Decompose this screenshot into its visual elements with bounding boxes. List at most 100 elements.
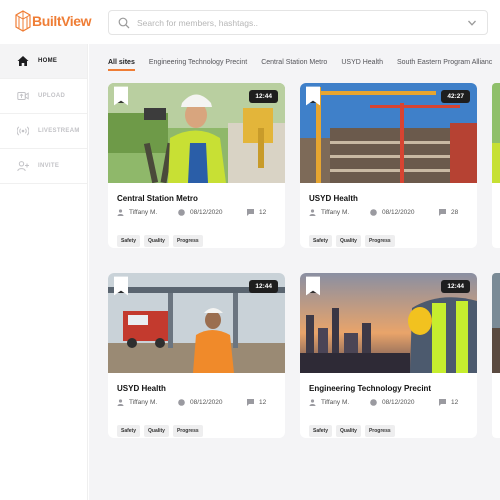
card-title[interactable]: Engineering Technology Precint bbox=[309, 384, 431, 393]
bookmark-icon bbox=[114, 86, 128, 106]
card-meta: Tiffany M. 08/12/2020 28 bbox=[309, 209, 469, 221]
sidebar: HOME UPLOAD LIVESTREAM INVITE bbox=[0, 44, 88, 500]
tag[interactable]: Progress bbox=[172, 425, 203, 437]
comment-icon bbox=[439, 209, 446, 216]
user-icon bbox=[309, 209, 316, 216]
sidebar-item-invite[interactable]: INVITE bbox=[0, 149, 87, 184]
sidebar-item-label: INVITE bbox=[38, 163, 60, 169]
clock-icon bbox=[370, 209, 377, 216]
comments[interactable]: 12 bbox=[247, 209, 266, 216]
tag[interactable]: Quality bbox=[336, 425, 361, 437]
tab-all-sites[interactable]: All sites bbox=[108, 59, 135, 71]
search-icon bbox=[118, 17, 130, 28]
tag-list: Safety Quality Progress bbox=[309, 235, 399, 247]
tab-south-eastern-program[interactable]: South Eastern Program Allianc bbox=[397, 59, 492, 71]
sidebar-item-label: HOME bbox=[38, 58, 58, 64]
sidebar-item-label: LIVESTREAM bbox=[38, 128, 80, 134]
video-card[interactable]: 12:44 USYD Health Tiffany M. 08/12/2020 … bbox=[108, 273, 285, 438]
card-meta: Tiffany M. 08/12/2020 12 bbox=[309, 399, 469, 411]
video-card[interactable]: 12:44 Engineering Technology Precint Tif… bbox=[300, 273, 477, 438]
search-input[interactable] bbox=[137, 17, 457, 28]
bookmark-icon bbox=[306, 276, 320, 296]
tab-usyd-health[interactable]: USYD Health bbox=[341, 59, 383, 71]
author[interactable]: Tiffany M. bbox=[309, 209, 349, 216]
comment-count: 28 bbox=[451, 209, 459, 216]
site-tabs: All sites Engineering Technology Precint… bbox=[108, 59, 500, 71]
card-meta: Tiffany M. 08/12/2020 12 bbox=[117, 209, 277, 221]
bookmark-icon bbox=[114, 276, 128, 296]
comment-icon bbox=[439, 399, 446, 406]
video-thumbnail[interactable]: 12:44 bbox=[108, 83, 285, 183]
video-duration: 42:27 bbox=[441, 90, 470, 103]
video-card[interactable]: 42:27 USYD Health Tiffany M. 08/12/2020 … bbox=[300, 83, 477, 248]
date: 08/12/2020 bbox=[178, 209, 223, 216]
tag[interactable]: Progress bbox=[364, 235, 395, 247]
video-duration: 12:44 bbox=[249, 280, 278, 293]
bookmark-button[interactable] bbox=[114, 86, 128, 106]
video-thumbnail[interactable]: 12:44 bbox=[300, 273, 477, 373]
tag[interactable]: Progress bbox=[172, 235, 203, 247]
tab-central-station-metro[interactable]: Central Station Metro bbox=[261, 59, 327, 71]
user-icon bbox=[309, 399, 316, 406]
tag[interactable]: Quality bbox=[336, 235, 361, 247]
video-card-peek[interactable] bbox=[492, 273, 500, 438]
upload-video-icon bbox=[17, 92, 29, 100]
user-icon bbox=[117, 209, 124, 216]
card-title[interactable]: USYD Health bbox=[309, 194, 358, 203]
tag-list: Safety Quality Progress bbox=[309, 425, 399, 437]
tag[interactable]: Quality bbox=[144, 235, 169, 247]
search-bar[interactable] bbox=[108, 10, 488, 35]
sidebar-item-upload[interactable]: UPLOAD bbox=[0, 79, 87, 114]
brand-logo[interactable]: BuiltView bbox=[15, 10, 92, 32]
comments[interactable]: 12 bbox=[439, 399, 458, 406]
author-name: Tiffany M. bbox=[129, 209, 158, 216]
tag[interactable]: Quality bbox=[144, 425, 169, 437]
sidebar-item-label: UPLOAD bbox=[38, 93, 66, 99]
tag[interactable]: Safety bbox=[117, 235, 141, 247]
tag[interactable]: Safety bbox=[309, 235, 333, 247]
bookmark-button[interactable] bbox=[114, 276, 128, 296]
clock-icon bbox=[370, 399, 377, 406]
home-icon bbox=[17, 56, 29, 66]
video-thumbnail[interactable]: 12:44 bbox=[108, 273, 285, 373]
chevron-down-icon[interactable] bbox=[467, 18, 477, 28]
date: 08/12/2020 bbox=[370, 399, 415, 406]
sidebar-item-livestream[interactable]: LIVESTREAM bbox=[0, 114, 87, 149]
clock-icon bbox=[178, 399, 185, 406]
author-name: Tiffany M. bbox=[321, 209, 350, 216]
date: 08/12/2020 bbox=[178, 399, 223, 406]
main-content: All sites Engineering Technology Precint… bbox=[89, 44, 500, 500]
tag[interactable]: Safety bbox=[117, 425, 141, 437]
tag[interactable]: Progress bbox=[364, 425, 395, 437]
comment-icon bbox=[247, 209, 254, 216]
brand-name: BuiltView bbox=[32, 13, 92, 29]
comments[interactable]: 12 bbox=[247, 399, 266, 406]
sidebar-item-home[interactable]: HOME bbox=[0, 44, 87, 79]
thumbnail-partial bbox=[492, 273, 500, 438]
tag[interactable]: Safety bbox=[309, 425, 333, 437]
tab-engineering-technology-precint[interactable]: Engineering Technology Precint bbox=[149, 59, 247, 71]
card-title[interactable]: USYD Health bbox=[117, 384, 166, 393]
author[interactable]: Tiffany M. bbox=[117, 209, 157, 216]
date: 08/12/2020 bbox=[370, 209, 415, 216]
comment-count: 12 bbox=[451, 399, 459, 406]
author[interactable]: Tiffany M. bbox=[117, 399, 157, 406]
comments[interactable]: 28 bbox=[439, 209, 458, 216]
video-card[interactable]: 12:44 Central Station Metro Tiffany M. 0… bbox=[108, 83, 285, 248]
card-title[interactable]: Central Station Metro bbox=[117, 194, 198, 203]
author-name: Tiffany M. bbox=[129, 399, 158, 406]
tag-list: Safety Quality Progress bbox=[117, 425, 207, 437]
tag-list: Safety Quality Progress bbox=[117, 235, 207, 247]
thumbnail-partial bbox=[492, 83, 500, 248]
bookmark-button[interactable] bbox=[306, 276, 320, 296]
video-thumbnail[interactable]: 42:27 bbox=[300, 83, 477, 183]
bookmark-button[interactable] bbox=[306, 86, 320, 106]
bookmark-icon bbox=[306, 86, 320, 106]
video-duration: 12:44 bbox=[249, 90, 278, 103]
video-card-peek[interactable] bbox=[492, 83, 500, 248]
date-text: 08/12/2020 bbox=[190, 399, 223, 406]
comment-count: 12 bbox=[259, 399, 267, 406]
livestream-icon bbox=[17, 126, 29, 136]
author[interactable]: Tiffany M. bbox=[309, 399, 349, 406]
user-icon bbox=[117, 399, 124, 406]
